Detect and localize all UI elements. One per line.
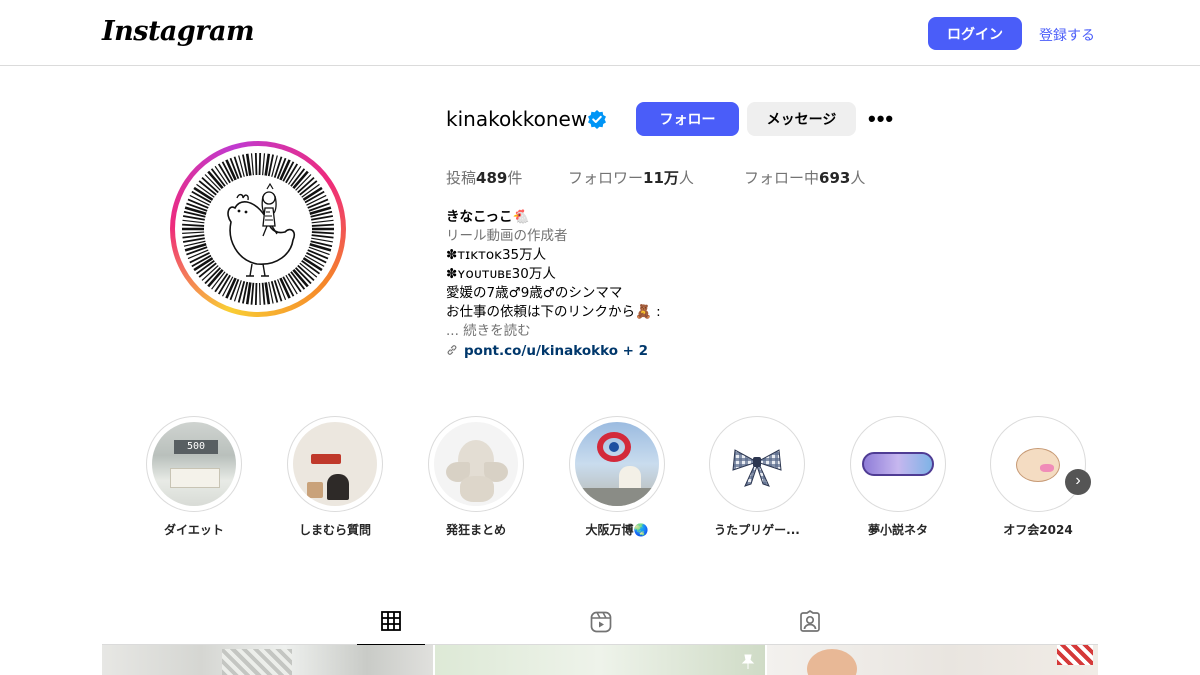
followers-value: 11万 <box>643 169 679 187</box>
avatar-tick <box>254 153 258 176</box>
avatar-tick <box>245 153 252 176</box>
profile-avatar[interactable] <box>170 141 346 317</box>
avatar-tick <box>254 282 258 305</box>
avatar-image <box>175 146 341 312</box>
more-options-icon[interactable]: ••• <box>868 106 894 132</box>
post-thumbnail[interactable] <box>435 645 765 675</box>
highlight-item[interactable]: 大阪万博🌏 <box>569 416 665 538</box>
tagged-icon <box>800 610 820 632</box>
highlight-item[interactable]: 発狂まとめ <box>428 416 524 538</box>
instagram-logo[interactable]: Instagram <box>102 16 255 47</box>
following-suffix: 人 <box>850 169 866 187</box>
posts-value: 489 <box>476 169 508 187</box>
followers-count[interactable]: フォロワー11万人 <box>568 167 694 188</box>
message-button[interactable]: メッセージ <box>747 102 856 136</box>
following-prefix: フォロー中 <box>744 169 820 187</box>
highlight-cover <box>990 416 1086 512</box>
chevron-right-icon[interactable]: › <box>1065 469 1091 495</box>
bio-line: ✽ᴛɪᴋᴛᴏᴋ35万人 <box>446 247 547 263</box>
pin-icon <box>741 654 755 669</box>
tab-posts[interactable] <box>357 608 425 645</box>
bio-line: ✽ʏᴏᴜᴛᴜʙᴇ30万人 <box>446 266 556 282</box>
profile-username: kinakokkonew <box>446 107 588 131</box>
bio-name: きなこっこ🐔 <box>446 209 530 225</box>
bio-external-link[interactable]: pont.co/u/kinakokko + 2 <box>446 342 706 361</box>
highlight-item[interactable]: しまむら質問 <box>287 416 383 538</box>
following-count[interactable]: フォロー中693人 <box>744 167 865 188</box>
highlight-cover <box>287 416 383 512</box>
avatar-tick <box>264 282 271 305</box>
highlight-cover <box>850 416 946 512</box>
post-thumbnail[interactable] <box>767 645 1098 675</box>
following-value: 693 <box>819 169 851 187</box>
avatar-tick <box>264 153 271 176</box>
avatar-tick <box>182 237 205 243</box>
highlight-item[interactable]: 500 ダイエット <box>146 416 242 538</box>
avatar-tick <box>182 219 205 224</box>
posts-count: 投稿489件 <box>446 167 522 188</box>
highlight-cover: 500 <box>146 416 242 512</box>
avatar-tick <box>311 219 334 224</box>
avatar-tick <box>182 223 205 227</box>
highlight-cover <box>569 416 665 512</box>
highlight-cover <box>709 416 805 512</box>
posts-prefix: 投稿 <box>446 169 477 187</box>
read-more-link[interactable]: ... 続きを読む <box>446 322 706 341</box>
login-button[interactable]: ログイン <box>928 17 1022 50</box>
highlight-label: ダイエット <box>164 523 224 537</box>
bio-category: リール動画の作成者 <box>446 228 568 244</box>
avatar-tick <box>250 282 255 305</box>
avatar-tick <box>250 153 254 176</box>
top-bar: Instagram ログイン 登録する <box>0 0 1200 66</box>
avatar-tick <box>311 231 334 235</box>
avatar-tick <box>258 153 262 176</box>
ribbon-icon <box>732 449 782 487</box>
highlight-item[interactable]: うたプリゲー... <box>709 416 805 538</box>
post-thumbnail[interactable] <box>102 645 433 675</box>
follow-button[interactable]: フォロー <box>636 102 739 136</box>
avatar-tick <box>182 231 205 234</box>
avatar-tick <box>261 282 266 305</box>
bio-link-text: pont.co/u/kinakokko + 2 <box>464 343 649 359</box>
avatar-tick <box>245 282 252 305</box>
highlight-item[interactable]: 夢小説ネタ <box>850 416 946 538</box>
bio-line: 愛媛の7歳♂9歳♂のシンママ <box>446 285 623 301</box>
highlight-label: 夢小説ネタ <box>867 523 928 537</box>
posts-suffix: 件 <box>507 169 523 187</box>
highlight-cover <box>428 416 524 512</box>
dream-sticker <box>862 452 934 476</box>
avatar-tick <box>258 282 261 305</box>
avatar-tick <box>311 223 334 227</box>
scale-display: 500 <box>174 440 218 454</box>
avatar-tick <box>311 234 334 239</box>
highlight-label: 大阪万博🌏 <box>585 523 649 537</box>
profile-bio: きなこっこ🐔 リール動画の作成者 ✽ᴛɪᴋᴛᴏᴋ35万人 ✽ʏᴏᴜᴛᴜʙᴇ30万… <box>446 208 706 361</box>
verified-badge-icon <box>587 109 607 134</box>
link-icon <box>447 345 457 355</box>
highlight-label: 発狂まとめ <box>445 523 506 537</box>
tab-tagged[interactable] <box>776 608 844 645</box>
signup-link[interactable]: 登録する <box>1039 25 1095 45</box>
grid-icon <box>381 611 401 631</box>
followers-prefix: フォロワー <box>568 169 644 187</box>
avatar-tick <box>182 234 205 239</box>
highlight-label: オフ会2024 <box>1003 523 1073 537</box>
highlight-label: うたプリゲー... <box>714 523 800 537</box>
reels-icon <box>590 611 612 633</box>
highlight-label: しまむら質問 <box>298 523 371 537</box>
tab-reels[interactable] <box>567 608 635 645</box>
followers-suffix: 人 <box>678 169 694 187</box>
avatar-tick <box>262 153 266 176</box>
bio-line: お仕事の依頼は下のリンクから🧸 : <box>446 304 661 320</box>
